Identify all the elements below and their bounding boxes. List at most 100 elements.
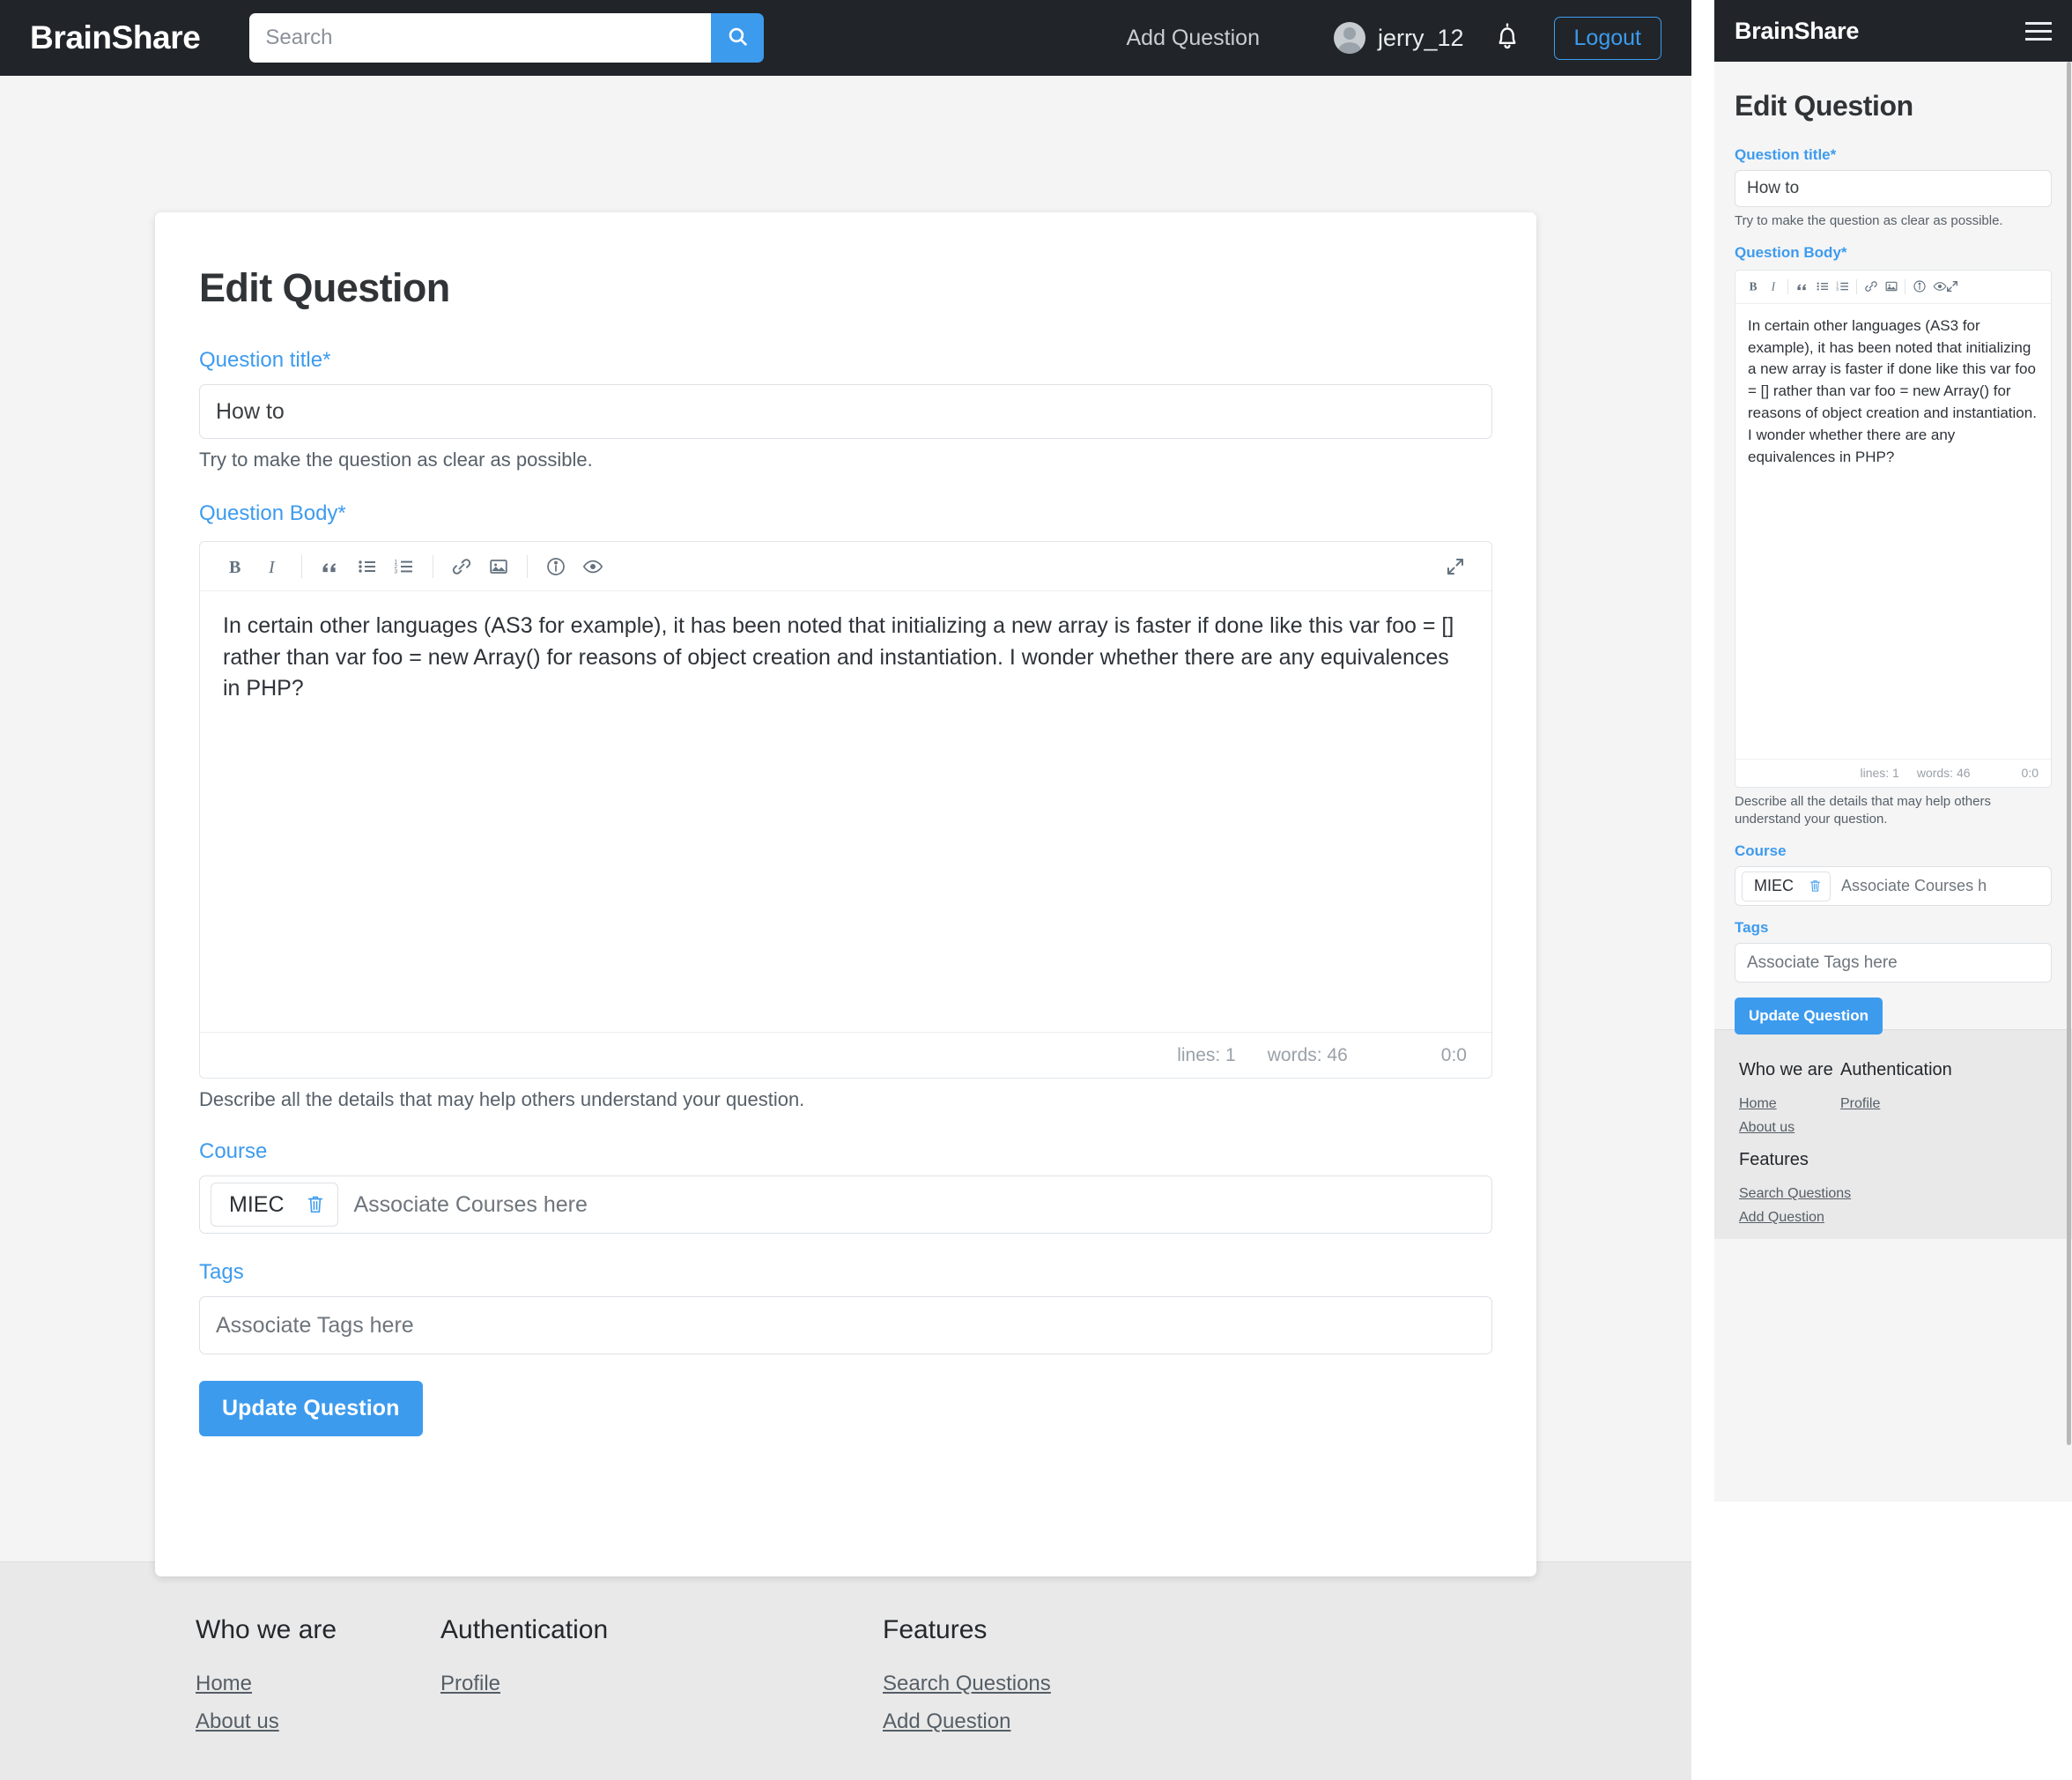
info-icon[interactable] — [537, 548, 574, 585]
footer-link-about-us[interactable]: About us — [196, 1710, 440, 1734]
bold-icon[interactable]: B — [218, 548, 255, 585]
user-menu[interactable]: jerry_12 — [1333, 22, 1464, 54]
brand-logo[interactable]: BrainShare — [30, 19, 201, 56]
mobile-footer-column-who-we-are: Who we are Home About us Features Search… — [1739, 1060, 1851, 1239]
quote-icon[interactable] — [1792, 277, 1812, 297]
link-icon[interactable] — [1861, 277, 1881, 297]
tags-input[interactable] — [199, 1296, 1492, 1354]
mobile-question-title-label: Question title* — [1735, 146, 1837, 163]
mobile-update-question-button[interactable]: Update Question — [1735, 998, 1883, 1035]
screenshot-root: BrainShare Add Question jerry_12 — [0, 0, 2072, 1780]
bold-icon[interactable]: B — [1743, 277, 1764, 297]
image-icon[interactable] — [1881, 277, 1901, 297]
mobile-course-input-placeholder[interactable]: Associate Courses h — [1835, 877, 1987, 895]
mobile-editor-status-bar: lines: 1 words: 46 0:0 — [1735, 758, 2051, 787]
mobile-below-fold — [1714, 1502, 2072, 1780]
footer-link-home[interactable]: Home — [1739, 1096, 1840, 1112]
question-body-textarea[interactable]: In certain other languages (AS3 for exam… — [200, 591, 1491, 1032]
mobile-navbar: BrainShare — [1714, 0, 2072, 62]
ordered-list-icon[interactable]: 123 — [1832, 277, 1853, 297]
course-input-placeholder[interactable]: Associate Courses here — [345, 1192, 588, 1218]
editor-cursor-position: 0:0 — [1440, 1044, 1467, 1065]
footer-link-search-questions[interactable]: Search Questions — [1739, 1186, 1851, 1202]
page-body: Edit Question Question title* Try to mak… — [0, 76, 1691, 1576]
link-icon[interactable] — [443, 548, 480, 585]
mobile-question-title-input[interactable] — [1735, 170, 2052, 207]
desktop-viewport: BrainShare Add Question jerry_12 — [0, 0, 1691, 1780]
tags-label: Tags — [199, 1260, 244, 1284]
mobile-question-body-label: Question Body* — [1735, 243, 1847, 261]
mobile-course-field[interactable]: MIEC Associate Courses h — [1735, 866, 2052, 907]
unordered-list-icon[interactable] — [349, 548, 386, 585]
footer-link-profile[interactable]: Profile — [1840, 1096, 1972, 1112]
svg-text:3: 3 — [1836, 287, 1839, 292]
footer-column-features: Features Search Questions Add Question — [883, 1615, 1323, 1780]
toolbar-divider — [1787, 278, 1788, 294]
preview-eye-icon[interactable] — [574, 548, 611, 585]
footer-heading: Who we are — [196, 1615, 337, 1644]
mobile-course-chip-label: MIEC — [1754, 877, 1794, 895]
mobile-footer-column-authentication: Authentication Profile — [1840, 1060, 1972, 1239]
hamburger-icon[interactable] — [2025, 21, 2052, 41]
italic-icon[interactable]: I — [255, 548, 292, 585]
avatar — [1333, 22, 1365, 54]
question-title-input[interactable] — [199, 384, 1492, 439]
ordered-list-icon[interactable]: 123 — [386, 548, 423, 585]
notifications-button[interactable] — [1494, 21, 1521, 56]
footer-column-who-we-are: Who we are Home About us — [0, 1615, 440, 1780]
logout-button[interactable]: Logout — [1553, 16, 1661, 60]
footer-heading: Features — [883, 1615, 988, 1644]
mobile-brand-logo[interactable]: BrainShare — [1735, 18, 1859, 45]
trash-icon[interactable] — [1809, 879, 1822, 894]
editor-lines-count: lines: 1 — [1177, 1044, 1236, 1065]
footer-link-add-question[interactable]: Add Question — [1739, 1210, 1840, 1226]
footer-heading: Who we are — [1739, 1060, 1833, 1079]
course-field[interactable]: MIEC Associate Courses here — [199, 1176, 1492, 1234]
info-icon[interactable] — [1909, 277, 1929, 297]
mobile-course-label: Course — [1735, 842, 1787, 860]
mobile-content: Edit Question Question title* Try to mak… — [1714, 62, 2072, 1035]
course-chip-label: MIEC — [229, 1191, 285, 1217]
search-button[interactable] — [711, 13, 765, 63]
username-label: jerry_12 — [1377, 24, 1464, 51]
italic-icon[interactable]: I — [1764, 277, 1784, 297]
svg-text:I: I — [1770, 280, 1775, 293]
mobile-tags-label: Tags — [1735, 919, 1769, 937]
bell-icon — [1494, 21, 1521, 56]
image-icon[interactable] — [480, 548, 517, 585]
footer-link-about-us[interactable]: About us — [1739, 1120, 1840, 1136]
editor-words-count: words: 46 — [1267, 1044, 1348, 1065]
nav-add-question-link[interactable]: Add Question — [1126, 26, 1260, 51]
svg-text:I: I — [268, 558, 276, 577]
preview-eye-icon[interactable] — [1929, 277, 1950, 297]
question-body-help: Describe all the details that may help o… — [199, 1088, 805, 1110]
mobile-question-body-help: Describe all the details that may help o… — [1735, 793, 1991, 827]
search-input[interactable] — [249, 13, 712, 63]
course-label: Course — [199, 1139, 268, 1163]
editor-cursor-position: 0:0 — [2021, 766, 2039, 781]
mobile-scrollbar[interactable] — [2067, 62, 2071, 1445]
footer-link-profile[interactable]: Profile — [440, 1672, 883, 1696]
footer-link-search-questions[interactable]: Search Questions — [883, 1672, 1323, 1696]
mobile-question-title-help: Try to make the question as clear as pos… — [1735, 213, 2003, 228]
update-question-button[interactable]: Update Question — [199, 1381, 423, 1436]
editor-lines-count: lines: 1 — [1860, 766, 1899, 781]
mobile-course-chip: MIEC — [1742, 871, 1831, 901]
footer-heading: Features — [1739, 1150, 1809, 1169]
toolbar-divider — [1856, 278, 1857, 294]
trash-icon[interactable] — [306, 1194, 325, 1215]
svg-text:3: 3 — [395, 568, 398, 575]
mobile-editor-toolbar: B I 123 — [1735, 271, 2051, 304]
footer-heading: Authentication — [1840, 1060, 1952, 1079]
mobile-site-footer: Who we are Home About us Features Search… — [1714, 1029, 2072, 1239]
navbar-links: Add Question jerry_12 Logout — [1126, 16, 1661, 60]
question-title-label: Question title* — [199, 348, 331, 372]
question-title-help: Try to make the question as clear as pos… — [199, 449, 593, 471]
quote-icon[interactable] — [312, 548, 349, 585]
mobile-tags-input[interactable] — [1735, 943, 2052, 983]
footer-link-home[interactable]: Home — [196, 1672, 440, 1696]
expand-icon[interactable] — [1437, 548, 1474, 585]
footer-link-add-question[interactable]: Add Question — [883, 1710, 1323, 1734]
unordered-list-icon[interactable] — [1812, 277, 1832, 297]
mobile-question-body-textarea[interactable]: In certain other languages (AS3 for exam… — [1735, 304, 2051, 759]
